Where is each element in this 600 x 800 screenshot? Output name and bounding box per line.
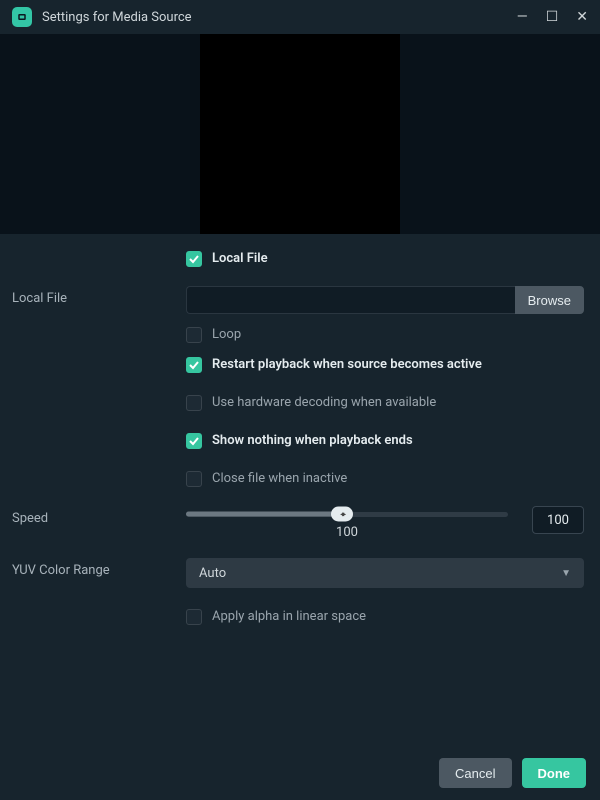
titlebar: Settings for Media Source ― ☐ ✕ — [0, 0, 600, 34]
close-inactive-checkbox[interactable]: Close file when inactive — [186, 468, 347, 490]
yuv-range-select[interactable]: Auto ▼ — [186, 558, 584, 588]
chevron-down-icon: ▼ — [561, 568, 571, 579]
checkbox-label: Close file when inactive — [212, 470, 347, 488]
close-icon[interactable]: ✕ — [576, 10, 588, 24]
show-nothing-checkbox[interactable]: Show nothing when playback ends — [186, 430, 413, 452]
select-value: Auto — [199, 566, 226, 581]
window-controls: ― ☐ ✕ — [517, 10, 588, 24]
hw-decode-checkbox[interactable]: Use hardware decoding when available — [186, 392, 436, 414]
preview-area — [0, 34, 600, 234]
restart-playback-checkbox[interactable]: Restart playback when source becomes act… — [186, 354, 482, 376]
local-file-checkbox[interactable]: Local File — [186, 248, 268, 270]
preview-box — [200, 34, 400, 234]
checkbox-icon — [186, 395, 202, 411]
yuv-range-label: YUV Color Range — [0, 558, 186, 578]
minimize-icon[interactable]: ― — [517, 10, 528, 24]
settings-form: Local File Local File Browse Loop — [0, 234, 600, 746]
checkbox-icon — [186, 471, 202, 487]
window-title: Settings for Media Source — [42, 10, 507, 25]
app-icon — [12, 7, 32, 27]
maximize-icon[interactable]: ☐ — [546, 10, 559, 24]
checkbox-label: Use hardware decoding when available — [212, 394, 436, 412]
checkbox-icon — [186, 251, 202, 267]
slider-thumb-icon: ◂▸ — [331, 507, 353, 522]
linear-alpha-checkbox[interactable]: Apply alpha in linear space — [186, 606, 366, 628]
checkbox-icon — [186, 357, 202, 373]
local-file-input[interactable] — [186, 286, 515, 314]
checkbox-icon — [186, 609, 202, 625]
speed-input[interactable]: 100 — [532, 506, 584, 534]
checkbox-label: Apply alpha in linear space — [212, 608, 366, 626]
loop-checkbox[interactable]: Loop — [186, 324, 241, 346]
speed-slider[interactable]: ◂▸ — [186, 506, 508, 522]
checkbox-icon — [186, 327, 202, 343]
speed-label: Speed — [0, 506, 186, 526]
checkbox-label: Restart playback when source becomes act… — [212, 356, 482, 374]
cancel-button[interactable]: Cancel — [439, 758, 511, 788]
browse-button[interactable]: Browse — [515, 286, 584, 314]
checkbox-label: Loop — [212, 326, 241, 344]
dialog-footer: Cancel Done — [0, 746, 600, 800]
checkbox-icon — [186, 433, 202, 449]
local-file-label: Local File — [0, 286, 186, 306]
checkbox-label: Show nothing when playback ends — [212, 432, 413, 450]
speed-value-display: 100 — [336, 525, 358, 540]
done-button[interactable]: Done — [522, 758, 587, 788]
checkbox-label: Local File — [212, 250, 268, 268]
